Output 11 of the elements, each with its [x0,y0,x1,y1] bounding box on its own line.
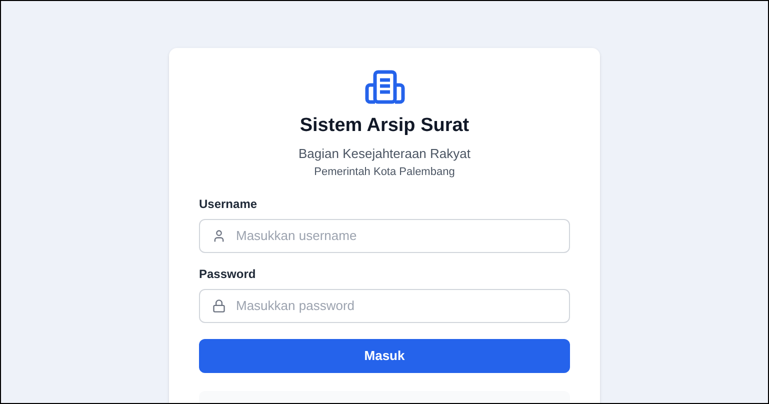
lock-icon [212,298,226,312]
login-button[interactable]: Masuk [199,338,570,372]
username-field[interactable]: Masukkan username [199,218,570,252]
organization-text: Pemerintah Kota Palembang [313,165,456,180]
field-label: Username [199,196,258,212]
department-subtitle: Bagian Kesejahteraan Rakyat [297,144,472,163]
user-icon [212,228,226,242]
app-title: Sistem Arsip Surat [298,114,470,138]
password-field[interactable]: Masukkan password [199,288,570,322]
field-label: Password [199,266,257,282]
document-building-icon [364,70,406,104]
